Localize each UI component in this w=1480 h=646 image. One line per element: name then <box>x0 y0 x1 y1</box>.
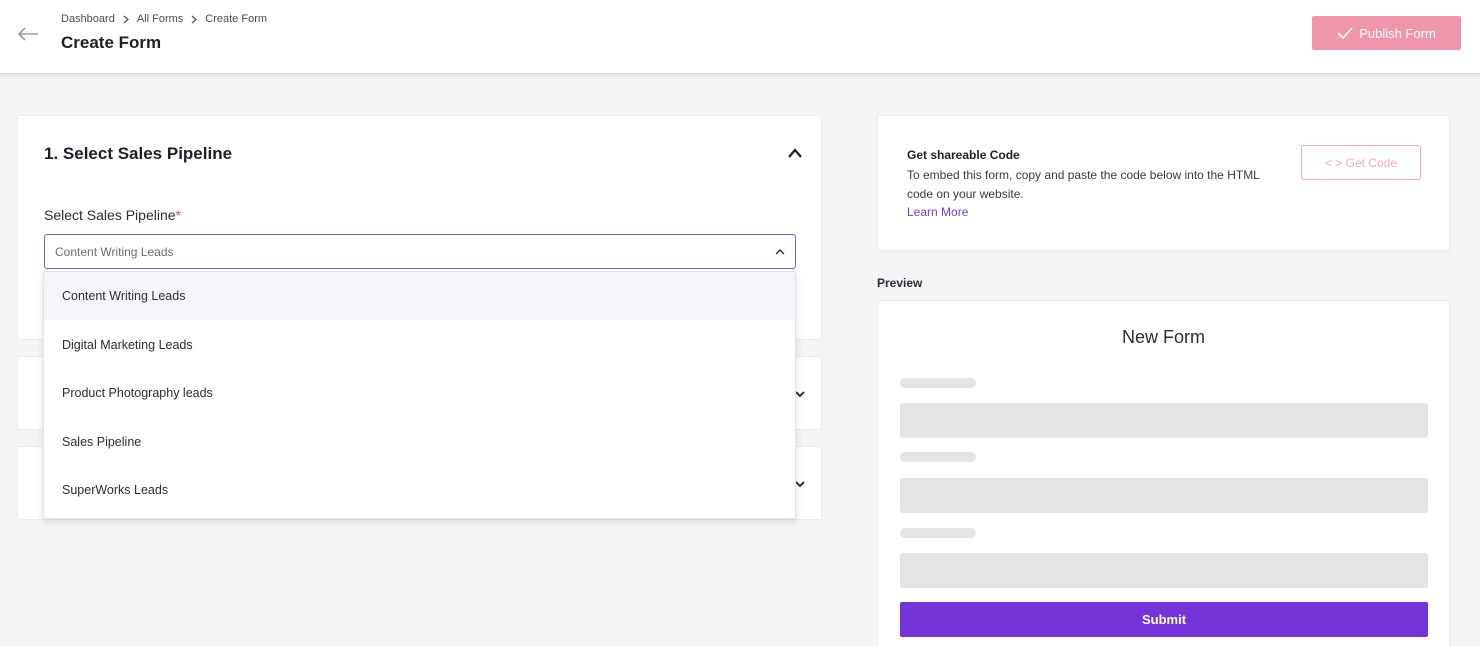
pipeline-field-label-text: Select Sales Pipeline <box>44 207 176 223</box>
publish-form-label: Publish Form <box>1359 25 1436 41</box>
skeleton-label <box>900 528 976 538</box>
shareable-code-card: Get shareable Code To embed this form, c… <box>877 115 1450 251</box>
chevron-down-icon[interactable] <box>795 389 805 399</box>
top-bar: Dashboard All Forms Create Form Create F… <box>0 0 1480 74</box>
get-code-button[interactable]: < > Get Code <box>1301 145 1421 180</box>
learn-more-link[interactable]: Learn More <box>907 205 968 219</box>
preview-form-title: New Form <box>1121 327 1205 347</box>
skeleton-input <box>900 403 1428 438</box>
back-arrow-icon <box>18 27 38 41</box>
skeleton-input <box>900 478 1428 513</box>
shareable-code-title: Get shareable Code <box>907 148 1020 162</box>
breadcrumb-dashboard[interactable]: Dashboard <box>61 13 115 25</box>
pipeline-field-label: Select Sales Pipeline* <box>44 207 181 223</box>
pipeline-select[interactable]: Content Writing Leads <box>44 234 796 269</box>
preview-submit-button[interactable]: Submit <box>900 602 1428 637</box>
pipeline-option[interactable]: Content Writing Leads <box>44 272 795 320</box>
pipeline-select-value: Content Writing Leads <box>55 245 174 259</box>
page-title: Create Form <box>61 33 162 52</box>
breadcrumb-create-form: Create Form <box>205 13 268 25</box>
chevron-down-icon[interactable] <box>795 479 805 489</box>
publish-form-button[interactable]: Publish Form <box>1312 16 1461 50</box>
skeleton-input <box>900 553 1428 588</box>
preview-label: Preview <box>877 276 923 290</box>
chevron-right-icon <box>123 15 129 23</box>
required-mark: * <box>175 207 181 223</box>
breadcrumb-all-forms[interactable]: All Forms <box>137 13 183 25</box>
pipeline-option[interactable]: Sales Pipeline <box>44 418 795 466</box>
check-icon <box>1337 27 1353 39</box>
chevron-up-icon <box>775 249 785 255</box>
skeleton-label <box>900 452 976 462</box>
pipeline-option[interactable]: Product Photography leads <box>44 369 795 417</box>
select-pipeline-title: 1. Select Sales Pipeline <box>44 144 233 163</box>
pipeline-option[interactable]: SuperWorks Leads <box>44 466 795 514</box>
pipeline-option[interactable]: Digital Marketing Leads <box>44 321 795 369</box>
chevron-up-icon[interactable] <box>787 146 803 160</box>
breadcrumb: Dashboard All Forms Create Form <box>61 13 267 25</box>
form-preview: New Form Submit <box>877 300 1450 646</box>
skeleton-label <box>900 378 976 388</box>
chevron-right-icon <box>191 15 198 23</box>
shareable-code-description: To embed this form, copy and paste the c… <box>907 168 1260 201</box>
pipeline-dropdown-menu: Content Writing Leads Digital Marketing … <box>43 271 796 519</box>
back-button[interactable] <box>16 22 40 46</box>
